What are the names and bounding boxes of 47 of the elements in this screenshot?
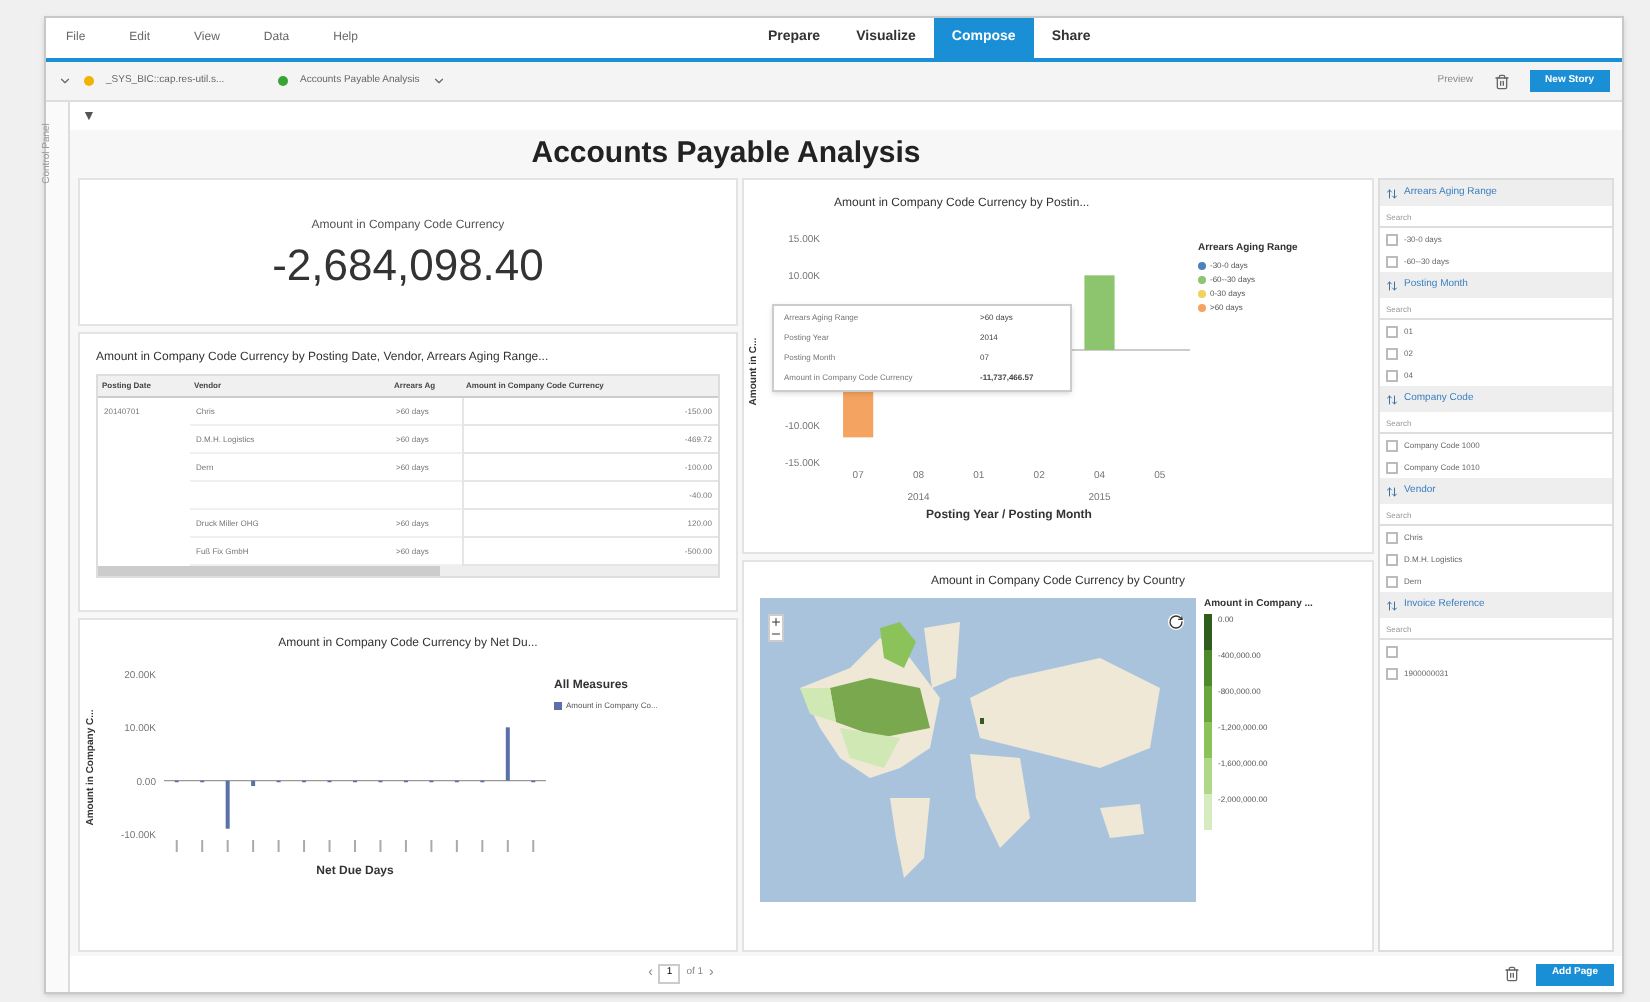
- axis-tick: [277, 839, 280, 853]
- checkbox[interactable]: [1386, 325, 1398, 337]
- checkbox[interactable]: [1386, 531, 1398, 543]
- checkbox[interactable]: [1386, 347, 1398, 359]
- axis-tick: [201, 839, 204, 853]
- kpi-value: -2,684,098.40: [272, 243, 544, 287]
- zoom-in-icon[interactable]: [770, 616, 782, 628]
- bar[interactable]: [505, 727, 510, 781]
- checkbox[interactable]: [1386, 369, 1398, 381]
- axis-tick: [328, 839, 331, 853]
- sort-icon[interactable]: [1386, 393, 1398, 405]
- checkbox[interactable]: [1386, 667, 1398, 679]
- horizontal-scrollbar[interactable]: [98, 566, 718, 576]
- checkbox[interactable]: [1386, 553, 1398, 565]
- checkbox[interactable]: [1386, 645, 1398, 657]
- axis-tick: [455, 839, 458, 853]
- axis-tick: [175, 839, 178, 853]
- checkbox[interactable]: [1386, 575, 1398, 587]
- axis-tick: [430, 839, 433, 853]
- checkbox[interactable]: [1386, 461, 1398, 473]
- axis-tick: [532, 839, 535, 853]
- delete-icon[interactable]: [1493, 73, 1510, 89]
- sort-icon[interactable]: [1386, 279, 1398, 291]
- checkbox[interactable]: [1386, 439, 1398, 451]
- caret-icon[interactable]: [58, 74, 72, 88]
- bar[interactable]: [225, 780, 230, 829]
- axis-tick: [404, 839, 407, 853]
- folder-icon: [84, 76, 94, 86]
- zoom-out-icon[interactable]: [770, 628, 782, 640]
- axis-tick: [379, 839, 382, 853]
- axis-tick: [252, 839, 255, 853]
- bar[interactable]: [251, 780, 256, 786]
- page-title: Accounts Payable Analysis: [531, 133, 921, 174]
- sort-icon[interactable]: [1386, 599, 1398, 611]
- sort-icon[interactable]: [1386, 187, 1398, 199]
- axis-tick: [303, 839, 306, 853]
- checkbox[interactable]: [1386, 233, 1398, 245]
- delete-icon[interactable]: [1503, 966, 1520, 982]
- story-icon: [278, 76, 288, 86]
- axis-tick: [506, 839, 509, 853]
- sort-icon[interactable]: [1386, 485, 1398, 497]
- axis-tick: [354, 839, 356, 853]
- reset-icon[interactable]: [1168, 614, 1184, 630]
- caret-icon[interactable]: [431, 74, 446, 88]
- checkbox[interactable]: [1386, 255, 1398, 267]
- axis-tick: [226, 839, 229, 853]
- axis-tick: [481, 839, 484, 853]
